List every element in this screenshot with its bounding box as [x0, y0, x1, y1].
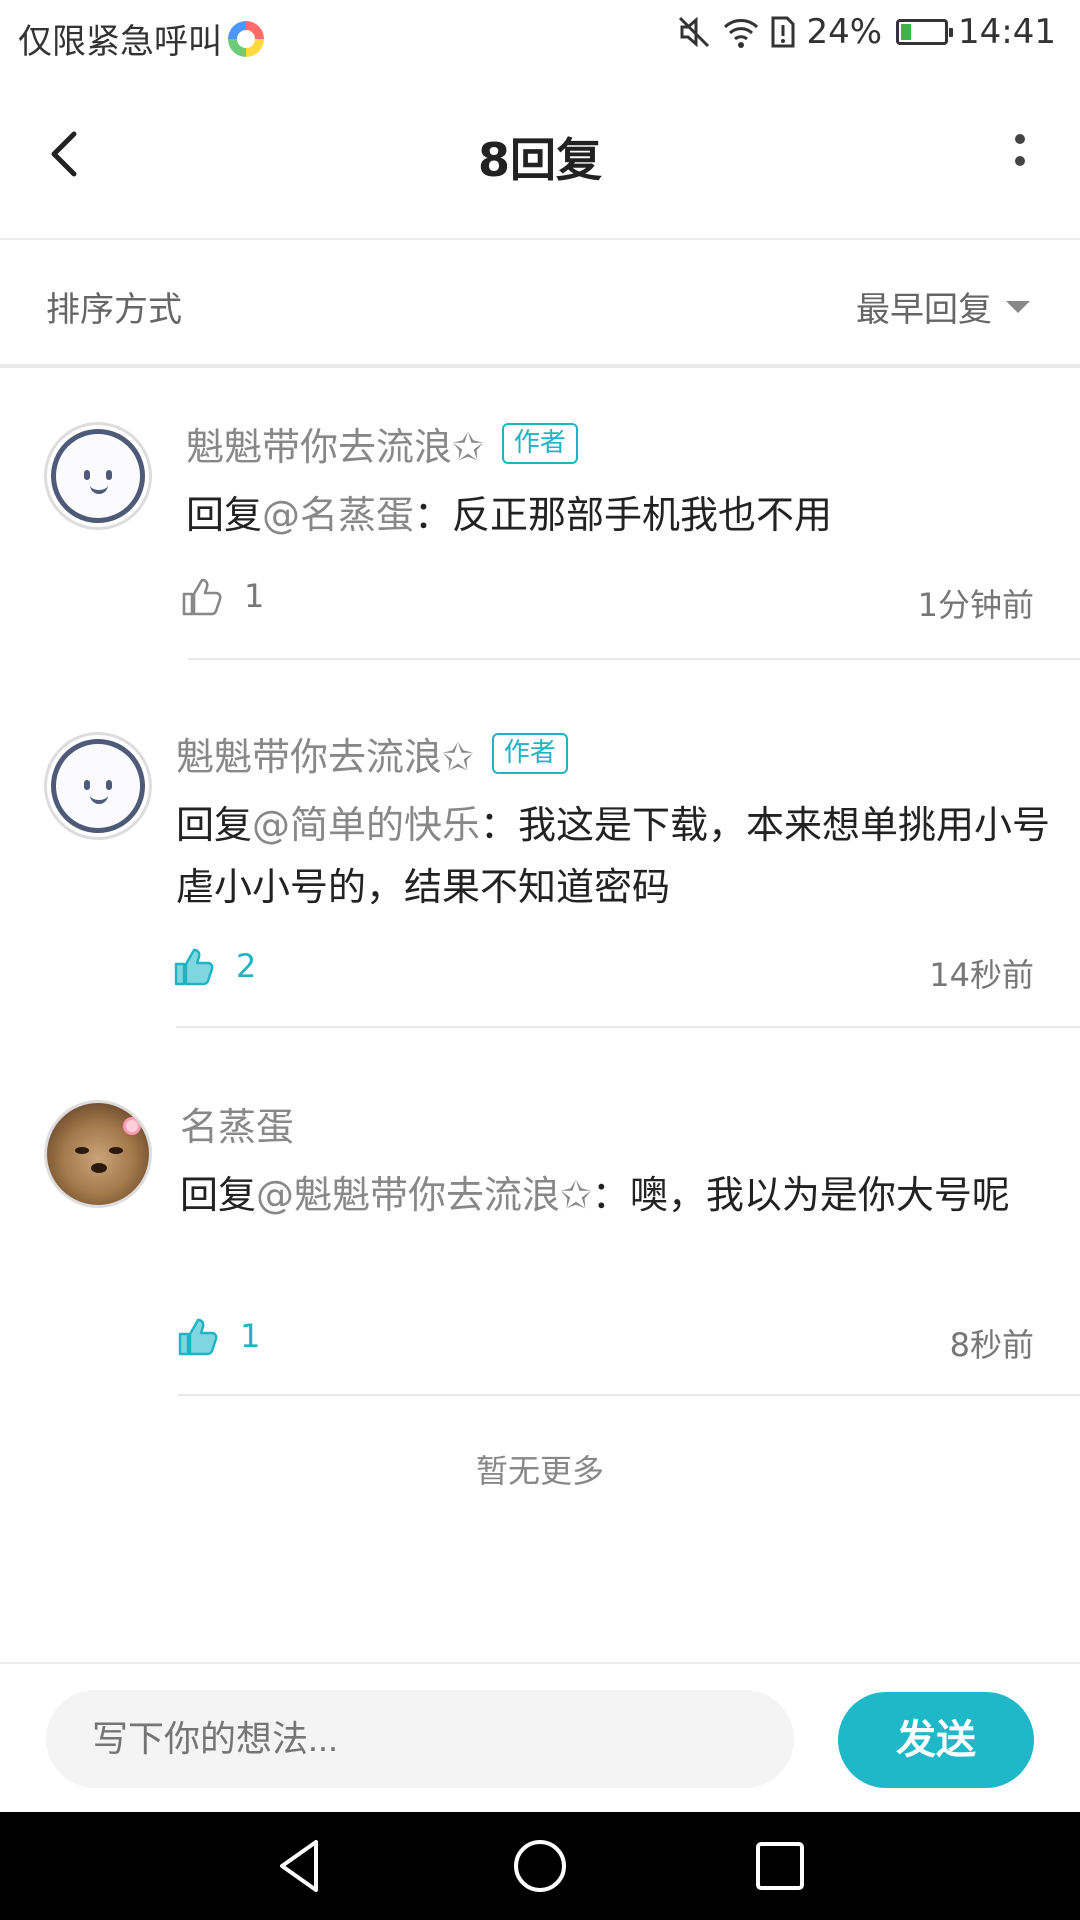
mention-link[interactable]: @名蒸蛋 — [262, 493, 414, 537]
thumbs-up-icon — [174, 948, 214, 986]
author-badge: 作者 — [491, 733, 568, 774]
thumbs-up-icon — [182, 578, 222, 616]
comment-input[interactable] — [46, 1690, 794, 1788]
status-carrier: 仅限紧急呼叫 — [18, 14, 264, 63]
like-button[interactable]: 2 — [172, 944, 256, 988]
status-bar: 仅限紧急呼叫 24% 14:41 — [0, 0, 1080, 72]
reply-prefix: 回复 — [180, 1173, 257, 1217]
clock: 14:41 — [958, 12, 1056, 52]
top-bar: 8回复 — [0, 72, 1080, 240]
comment-item: 魁魁带你去流浪✩ 作者 回复@简单的快乐：我这是下载，本来想单挑用小号虐小小号的… — [0, 680, 1080, 1030]
sort-value: 最早回复 — [856, 290, 992, 330]
sort-label: 排序方式 — [46, 290, 182, 330]
nav-back-icon[interactable] — [266, 1832, 334, 1900]
mention-link[interactable]: @魁魁带你去流浪✩ — [256, 1173, 592, 1217]
nav-home-icon[interactable] — [506, 1832, 574, 1900]
mention-link[interactable]: @简单的快乐 — [252, 803, 480, 847]
wifi-icon — [724, 19, 759, 48]
reply-prefix: 回复 — [176, 803, 253, 847]
avatar[interactable] — [44, 422, 152, 530]
username[interactable]: 魁魁带你去流浪✩ — [186, 416, 484, 471]
nav-recents-icon[interactable] — [746, 1832, 814, 1900]
battery-percent: 24% — [806, 12, 883, 52]
username-row: 名蒸蛋 — [180, 1096, 294, 1151]
username-row: 魁魁带你去流浪✩ 作者 — [176, 726, 568, 781]
reply-prefix: 回复 — [186, 493, 263, 537]
caret-down-icon — [1006, 300, 1030, 313]
divider — [178, 1394, 1080, 1396]
comment-input-bar: 发送 — [0, 1662, 1080, 1812]
sort-dropdown[interactable]: 最早回复 — [856, 282, 1030, 331]
status-icons: 24% 14:41 — [676, 12, 1056, 52]
comment-item: 魁魁带你去流浪✩ 作者 回复@名蒸蛋：反正那部手机我也不用 1 1分钟前 — [0, 370, 1080, 660]
timestamp: 8秒前 — [949, 1326, 1034, 1364]
reply-text: 回复@名蒸蛋：反正那部手机我也不用 — [186, 484, 1066, 546]
flower-icon — [123, 1117, 141, 1135]
cartoon-face-icon — [51, 429, 145, 523]
thumbs-up-icon — [178, 1318, 218, 1356]
divider — [176, 1026, 1080, 1028]
like-count: 2 — [236, 947, 257, 985]
username[interactable]: 名蒸蛋 — [180, 1096, 294, 1151]
like-button[interactable]: 1 — [180, 574, 264, 618]
more-options-icon[interactable] — [1010, 134, 1030, 174]
reply-text: 回复@魁魁带你去流浪✩：噢，我以为是你大号呢 — [180, 1164, 1060, 1226]
battery-level — [901, 24, 912, 40]
avatar[interactable] — [44, 732, 152, 840]
username-row: 魁魁带你去流浪✩ 作者 — [186, 416, 578, 471]
avatar[interactable] — [44, 1100, 152, 1208]
reply-body: ：噢，我以为是你大号呢 — [591, 1173, 1010, 1217]
like-count: 1 — [244, 577, 265, 615]
reply-text: 回复@简单的快乐：我这是下载，本来想单挑用小号虐小小号的，结果不知道密码 — [176, 794, 1056, 918]
username[interactable]: 魁魁带你去流浪✩ — [176, 726, 474, 781]
timestamp: 1分钟前 — [917, 586, 1034, 624]
no-more-label: 暂无更多 — [475, 1452, 604, 1490]
sort-bar: 排序方式 最早回复 — [0, 242, 1080, 368]
sim-alert-icon — [771, 16, 795, 48]
like-count: 1 — [240, 1317, 261, 1355]
system-nav-bar — [0, 1812, 1080, 1920]
timestamp: 14秒前 — [929, 956, 1034, 994]
page-title: 8回复 — [477, 133, 602, 187]
divider — [188, 658, 1080, 660]
cartoon-face-icon — [51, 739, 145, 833]
app-logo-icon — [228, 20, 264, 57]
battery-icon — [896, 19, 954, 45]
reply-body: ：反正那部手机我也不用 — [414, 493, 833, 537]
like-button[interactable]: 1 — [176, 1314, 260, 1358]
comment-item: 名蒸蛋 回复@魁魁带你去流浪✩：噢，我以为是你大号呢 1 8秒前 — [0, 1050, 1080, 1398]
author-badge: 作者 — [501, 423, 578, 464]
carrier-text: 仅限紧急呼叫 — [18, 22, 222, 62]
send-button[interactable]: 发送 — [838, 1692, 1034, 1788]
mute-icon — [679, 16, 710, 48]
